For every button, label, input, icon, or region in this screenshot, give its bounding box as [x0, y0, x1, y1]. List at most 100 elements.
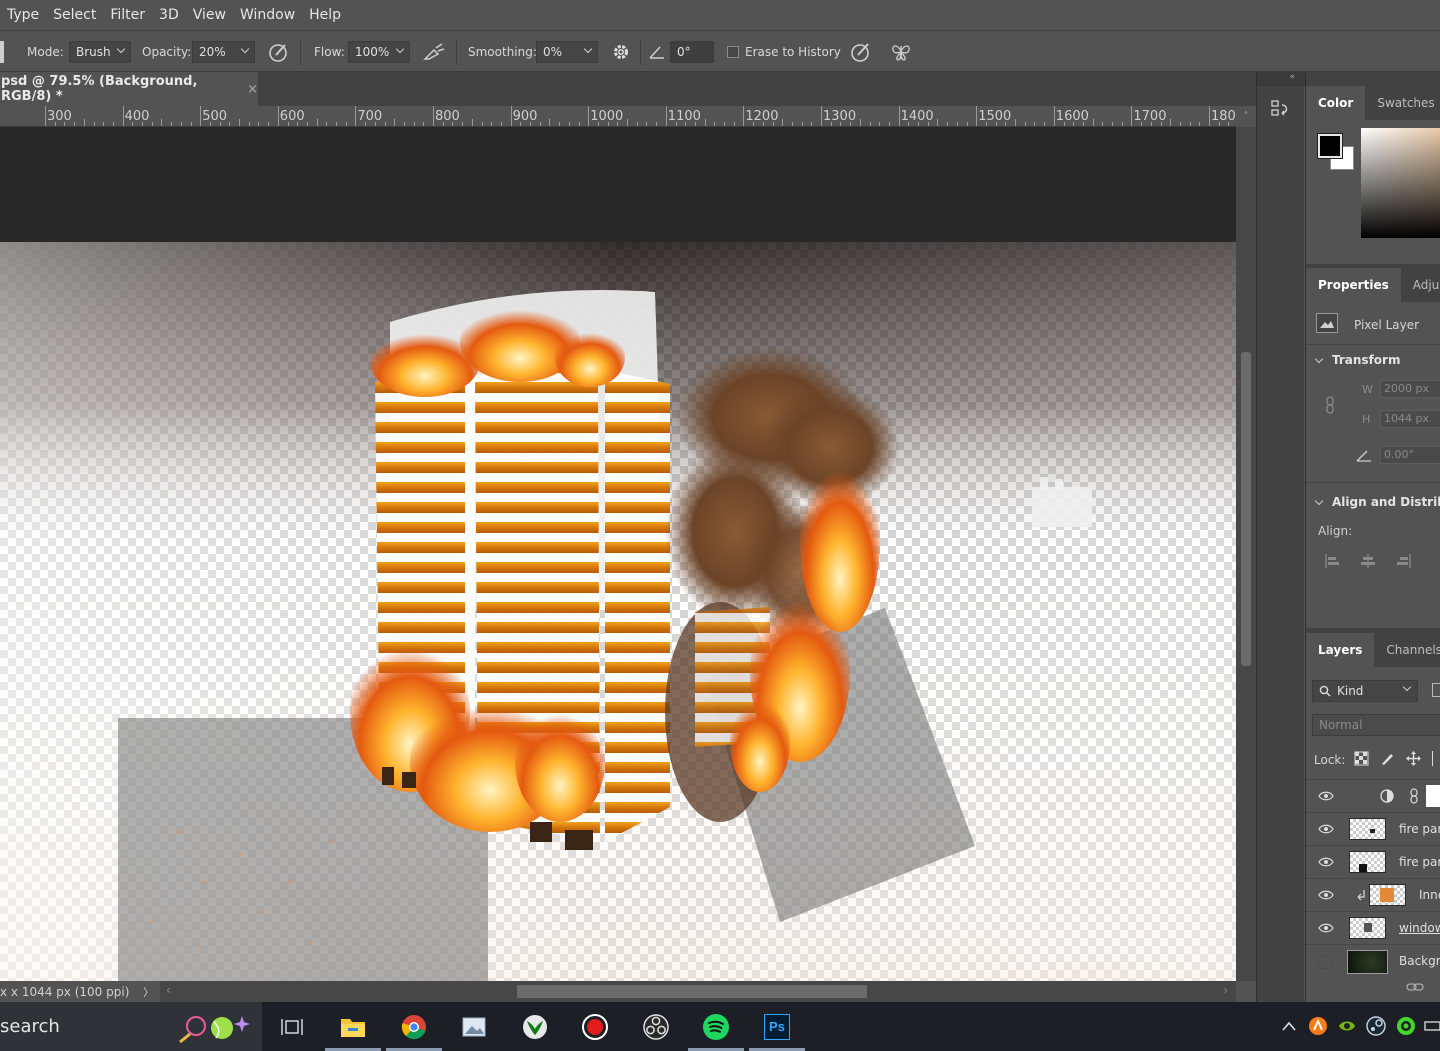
- eye-icon[interactable]: [1318, 824, 1334, 834]
- photos-icon: [462, 1017, 486, 1036]
- layer-row[interactable]: Backgro: [1306, 944, 1440, 977]
- height-field[interactable]: 1044 px: [1380, 410, 1440, 428]
- ruler-minor-tick: [985, 122, 987, 126]
- flow-field[interactable]: 100%: [348, 41, 410, 63]
- menu-type[interactable]: Type: [7, 7, 39, 23]
- color-picker-field[interactable]: [1361, 128, 1440, 238]
- opacity-field[interactable]: 20%: [192, 41, 255, 63]
- layer-row[interactable]: fire part: [1306, 812, 1440, 845]
- gear-icon[interactable]: [608, 31, 634, 73]
- lock-artboard-icon[interactable]: [1432, 751, 1440, 766]
- ruler-minor-tick: [888, 122, 890, 126]
- lock-image-brush-icon[interactable]: [1380, 751, 1395, 769]
- layer-row[interactable]: [1306, 779, 1440, 812]
- menu-window[interactable]: Window: [240, 7, 295, 23]
- align-distribute-section[interactable]: Align and Distribu: [1314, 490, 1440, 514]
- lock-position-move-icon[interactable]: [1406, 751, 1421, 769]
- tab-swatches[interactable]: Swatches: [1365, 86, 1440, 120]
- eye-icon[interactable]: [1318, 857, 1334, 867]
- taskbar-photoshop[interactable]: Ps: [747, 1002, 807, 1051]
- scroll-left-arrow-icon[interactable]: ‹: [166, 983, 171, 997]
- eye-icon[interactable]: [1318, 923, 1334, 933]
- symmetry-butterfly-icon[interactable]: [888, 31, 914, 73]
- document-tab[interactable]: psd @ 79.5% (Background, RGB/8) * ×: [0, 72, 258, 106]
- ruler-minor-tick: [568, 122, 570, 126]
- horizontal-scroll-thumb[interactable]: [517, 985, 867, 998]
- width-field[interactable]: 2000 px: [1380, 380, 1440, 398]
- ruler-minor-tick: [617, 122, 619, 126]
- filter-pixel-icon[interactable]: [1432, 683, 1440, 697]
- airbrush-icon[interactable]: [420, 31, 448, 73]
- taskbar-spotify[interactable]: [686, 1002, 746, 1051]
- layer-row[interactable]: fire part: [1306, 845, 1440, 878]
- taskbar-recorder[interactable]: [565, 1002, 625, 1051]
- eye-icon[interactable]: [1318, 890, 1334, 900]
- taskbar-photos[interactable]: [444, 1002, 504, 1051]
- layer-filter-kind[interactable]: Kind: [1312, 680, 1418, 702]
- chevron-down-icon: [1314, 496, 1324, 505]
- pressure-opacity-icon[interactable]: [266, 31, 292, 73]
- scroll-up-arrow-icon[interactable]: ˄: [1236, 106, 1256, 127]
- tab-color[interactable]: Color: [1306, 86, 1366, 120]
- menu-select[interactable]: Select: [53, 7, 96, 23]
- foreground-color-swatch[interactable]: [1317, 133, 1343, 159]
- document-canvas[interactable]: [0, 242, 1236, 981]
- tab-adjustments[interactable]: Adjustm: [1401, 268, 1440, 302]
- layer-mask-thumbnail[interactable]: [1426, 785, 1440, 807]
- layer-row[interactable]: window: [1306, 911, 1440, 944]
- vertical-scroll-thumb[interactable]: [1241, 352, 1251, 666]
- lock-transparent-icon[interactable]: [1354, 751, 1369, 769]
- menu-view[interactable]: View: [193, 7, 226, 23]
- layer-thumbnail: [1369, 884, 1406, 906]
- tab-properties[interactable]: Properties: [1306, 268, 1401, 302]
- ruler-minor-tick: [908, 122, 910, 126]
- align-right-icon[interactable]: [1396, 553, 1412, 572]
- taskbar-chrome[interactable]: [384, 1002, 444, 1051]
- ruler-minor-tick: [336, 122, 337, 126]
- mask-link-icon[interactable]: [1409, 788, 1419, 804]
- tray-avast-icon[interactable]: [1308, 1016, 1328, 1036]
- scroll-right-arrow-icon[interactable]: ›: [1223, 983, 1228, 997]
- show-hidden-icons-chevron[interactable]: [1279, 1016, 1299, 1036]
- tool-preset-icon[interactable]: [0, 41, 4, 63]
- erase-history-checkbox[interactable]: [727, 46, 739, 58]
- menu-filter[interactable]: Filter: [110, 7, 145, 23]
- blend-mode-dropdown[interactable]: Normal: [1312, 714, 1440, 736]
- tray-nvidia-icon[interactable]: [1337, 1016, 1357, 1036]
- menu-3d[interactable]: 3D: [159, 7, 179, 23]
- taskbar-search-box[interactable]: search: [0, 1002, 262, 1051]
- visibility-toggle-off[interactable]: [1318, 955, 1332, 969]
- tray-razer-icon[interactable]: [1396, 1016, 1416, 1036]
- smoothing-field[interactable]: 0%: [536, 41, 598, 63]
- menu-help[interactable]: Help: [309, 7, 341, 23]
- tray-battery-icon[interactable]: [1424, 1016, 1440, 1036]
- horizontal-ruler[interactable]: 300 400 500 600 700 800 900 1000 1100 1200 1300 140…: [0, 106, 1236, 127]
- mode-dropdown[interactable]: Brush: [69, 41, 131, 63]
- transform-section[interactable]: Transform: [1314, 348, 1400, 372]
- tray-steam-icon[interactable]: [1366, 1016, 1386, 1036]
- align-left-icon[interactable]: [1324, 553, 1340, 572]
- close-icon[interactable]: ×: [247, 82, 258, 97]
- kind-label: Kind: [1337, 684, 1364, 698]
- history-panel-icon[interactable]: [1263, 92, 1297, 126]
- tab-layers[interactable]: Layers: [1306, 633, 1375, 667]
- task-view-button[interactable]: [262, 1002, 322, 1051]
- layer-row[interactable]: Inne: [1306, 878, 1440, 911]
- taskbar-file-explorer[interactable]: [323, 1002, 383, 1051]
- vertical-scrollbar[interactable]: [1236, 127, 1256, 981]
- pressure-size-icon[interactable]: [848, 31, 874, 73]
- tab-channels[interactable]: Channels: [1374, 633, 1440, 667]
- clipping-arrow-icon: [1357, 890, 1365, 901]
- status-menu-arrow[interactable]: 〉: [143, 984, 154, 1000]
- eye-icon[interactable]: [1318, 791, 1334, 801]
- rotation-field[interactable]: 0.00°: [1380, 446, 1440, 464]
- taskbar-obs[interactable]: [626, 1002, 686, 1051]
- taskbar-xbox[interactable]: [505, 1002, 565, 1051]
- collapse-panels-icon[interactable]: «: [1257, 72, 1305, 86]
- align-center-icon[interactable]: [1360, 553, 1376, 572]
- ruler-minor-tick: [403, 122, 405, 126]
- horizontal-scrollbar[interactable]: ‹ ›: [160, 981, 1236, 1002]
- link-layers-icon[interactable]: [1406, 982, 1424, 992]
- link-icon[interactable]: [1324, 396, 1336, 414]
- brush-angle-field[interactable]: 0°: [670, 41, 714, 63]
